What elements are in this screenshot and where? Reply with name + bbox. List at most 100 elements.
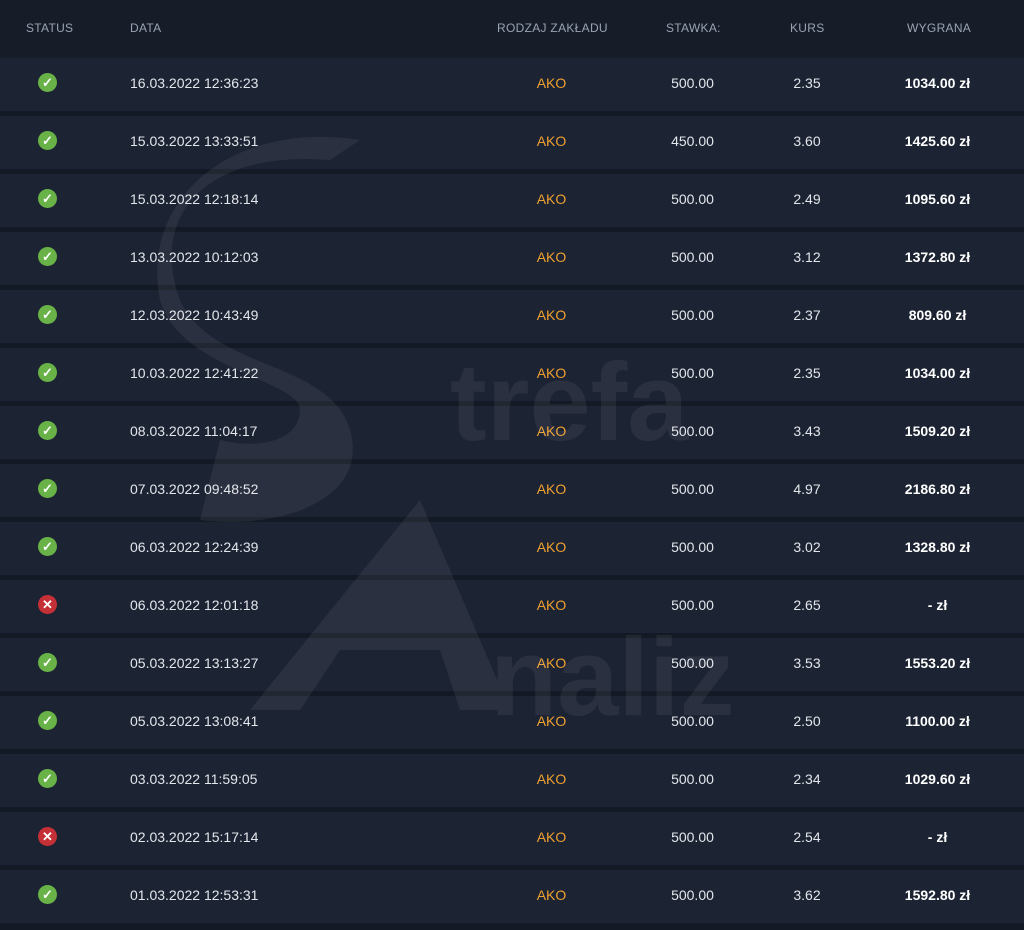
header-bet-type: RODZAJ ZAKŁADU	[497, 21, 608, 35]
win-cell: 1509.20 zł	[904, 423, 971, 439]
date-cell: 05.03.2022 13:13:27	[130, 655, 259, 671]
bet-type-cell: AKO	[536, 423, 567, 439]
odds-cell: 3.02	[793, 539, 821, 555]
table-row[interactable]: ✓ 06.03.2022 12:24:39 AKO 500.00 3.02 1328.80…	[0, 522, 1024, 575]
status-cell: ✓	[38, 232, 58, 285]
check-icon: ✓	[38, 131, 57, 150]
check-icon: ✓	[38, 189, 57, 208]
bet-type-cell: AKO	[536, 597, 567, 613]
odds-cell: 3.60	[793, 133, 821, 149]
bet-type-cell: AKO	[536, 539, 567, 555]
bet-type-cell: AKO	[536, 249, 567, 265]
stake-cell: 450.00	[671, 133, 714, 149]
odds-cell: 3.43	[793, 423, 821, 439]
odds-cell: 2.50	[793, 713, 821, 729]
bet-type-cell: AKO	[536, 75, 567, 91]
header-status: STATUS	[26, 21, 74, 35]
status-cell: ✓	[38, 406, 58, 459]
header-win: WYGRANA	[907, 21, 972, 35]
status-cell: ✓	[38, 522, 58, 575]
stake-cell: 500.00	[671, 481, 714, 497]
status-cell: ✓	[38, 696, 58, 749]
status-cell: ✓	[38, 870, 58, 923]
status-cell: ✓	[38, 464, 58, 517]
win-cell: 1095.60 zł	[904, 191, 971, 207]
date-cell: 05.03.2022 13:08:41	[130, 713, 259, 729]
bet-type-cell: AKO	[536, 191, 567, 207]
odds-cell: 4.97	[793, 481, 821, 497]
table-row[interactable]: ✓ 15.03.2022 13:33:51 AKO 450.00 3.60 1425.60…	[0, 116, 1024, 169]
win-cell: 1328.80 zł	[904, 539, 971, 555]
table-row[interactable]: ✓ 15.03.2022 12:18:14 AKO 500.00 2.49 1095.60…	[0, 174, 1024, 227]
check-icon: ✓	[38, 247, 57, 266]
date-cell: 01.03.2022 12:53:31	[130, 887, 259, 903]
status-cell: ✓	[38, 754, 58, 807]
table-row[interactable]: ✓ 03.03.2022 11:59:05 AKO 500.00 2.34 1029.60…	[0, 754, 1024, 807]
stake-cell: 500.00	[671, 423, 714, 439]
win-cell: 1034.00 zł	[904, 365, 971, 381]
date-cell: 03.03.2022 11:59:05	[130, 771, 258, 787]
stake-cell: 500.00	[671, 887, 714, 903]
date-cell: 12.03.2022 10:43:49	[130, 307, 259, 323]
bet-type-cell: AKO	[536, 713, 567, 729]
date-cell: 15.03.2022 13:33:51	[130, 133, 259, 149]
win-cell: - zł	[927, 597, 948, 613]
stake-cell: 500.00	[671, 307, 714, 323]
header-odds: KURS	[790, 21, 825, 35]
stake-cell: 500.00	[671, 597, 714, 613]
status-cell: ✕	[38, 580, 58, 633]
win-cell: 2186.80 zł	[904, 481, 971, 497]
table-row[interactable]: ✕ 02.03.2022 15:17:14 AKO 500.00 2.54 - zł	[0, 812, 1024, 865]
bets-table: ✓ 16.03.2022 12:36:23 AKO 500.00 2.35 1034.00…	[0, 58, 1024, 928]
odds-cell: 2.37	[793, 307, 821, 323]
header-date: DATA	[130, 21, 162, 35]
table-row[interactable]: ✓ 07.03.2022 09:48:52 AKO 500.00 4.97 2186.80…	[0, 464, 1024, 517]
table-row[interactable]: ✓ 01.03.2022 12:53:31 AKO 500.00 3.62 1592.80…	[0, 870, 1024, 923]
check-icon: ✓	[38, 885, 57, 904]
table-row[interactable]: ✓ 05.03.2022 13:08:41 AKO 500.00 2.50 1100.00…	[0, 696, 1024, 749]
date-cell: 06.03.2022 12:24:39	[130, 539, 259, 555]
table-row[interactable]: ✓ 05.03.2022 13:13:27 AKO 500.00 3.53 1553.20…	[0, 638, 1024, 691]
check-icon: ✓	[38, 305, 57, 324]
status-cell: ✓	[38, 348, 58, 401]
table-row[interactable]: ✓ 10.03.2022 12:41:22 AKO 500.00 2.35 1034.00…	[0, 348, 1024, 401]
check-icon: ✓	[38, 653, 57, 672]
stake-cell: 500.00	[671, 191, 714, 207]
table-row[interactable]: ✓ 12.03.2022 10:43:49 AKO 500.00 2.37 809.60 …	[0, 290, 1024, 343]
stake-cell: 500.00	[671, 249, 714, 265]
check-icon: ✓	[38, 479, 57, 498]
stake-cell: 500.00	[671, 365, 714, 381]
win-cell: 1425.60 zł	[904, 133, 971, 149]
status-cell: ✕	[38, 812, 58, 865]
odds-cell: 2.49	[793, 191, 821, 207]
check-icon: ✓	[38, 363, 57, 382]
bet-type-cell: AKO	[536, 481, 567, 497]
table-row[interactable]: ✓ 13.03.2022 10:12:03 AKO 500.00 3.12 1372.80…	[0, 232, 1024, 285]
bet-type-cell: AKO	[536, 365, 567, 381]
win-cell: 1372.80 zł	[904, 249, 971, 265]
table-header: STATUS DATA RODZAJ ZAKŁADU STAWKA: KURS …	[0, 0, 1024, 58]
header-stake: STAWKA:	[666, 21, 721, 35]
check-icon: ✓	[38, 769, 57, 788]
stake-cell: 500.00	[671, 655, 714, 671]
date-cell: 16.03.2022 12:36:23	[130, 75, 259, 91]
status-cell: ✓	[38, 638, 58, 691]
stake-cell: 500.00	[671, 75, 714, 91]
check-icon: ✓	[38, 421, 57, 440]
check-icon: ✓	[38, 73, 57, 92]
odds-cell: 2.35	[793, 75, 821, 91]
bet-type-cell: AKO	[536, 655, 567, 671]
status-cell: ✓	[38, 290, 58, 343]
win-cell: 1034.00 zł	[904, 75, 971, 91]
bet-type-cell: AKO	[536, 771, 567, 787]
table-row[interactable]: ✓ 16.03.2022 12:36:23 AKO 500.00 2.35 1034.00…	[0, 58, 1024, 111]
win-cell: 1029.60 zł	[904, 771, 971, 787]
date-cell: 06.03.2022 12:01:18	[130, 597, 259, 613]
status-cell: ✓	[38, 116, 58, 169]
table-row[interactable]: ✕ 06.03.2022 12:01:18 AKO 500.00 2.65 - zł	[0, 580, 1024, 633]
win-cell: - zł	[927, 829, 948, 845]
cross-icon: ✕	[38, 827, 57, 846]
stake-cell: 500.00	[671, 829, 714, 845]
table-row[interactable]: ✓ 08.03.2022 11:04:17 AKO 500.00 3.43 1509.20…	[0, 406, 1024, 459]
check-icon: ✓	[38, 711, 57, 730]
